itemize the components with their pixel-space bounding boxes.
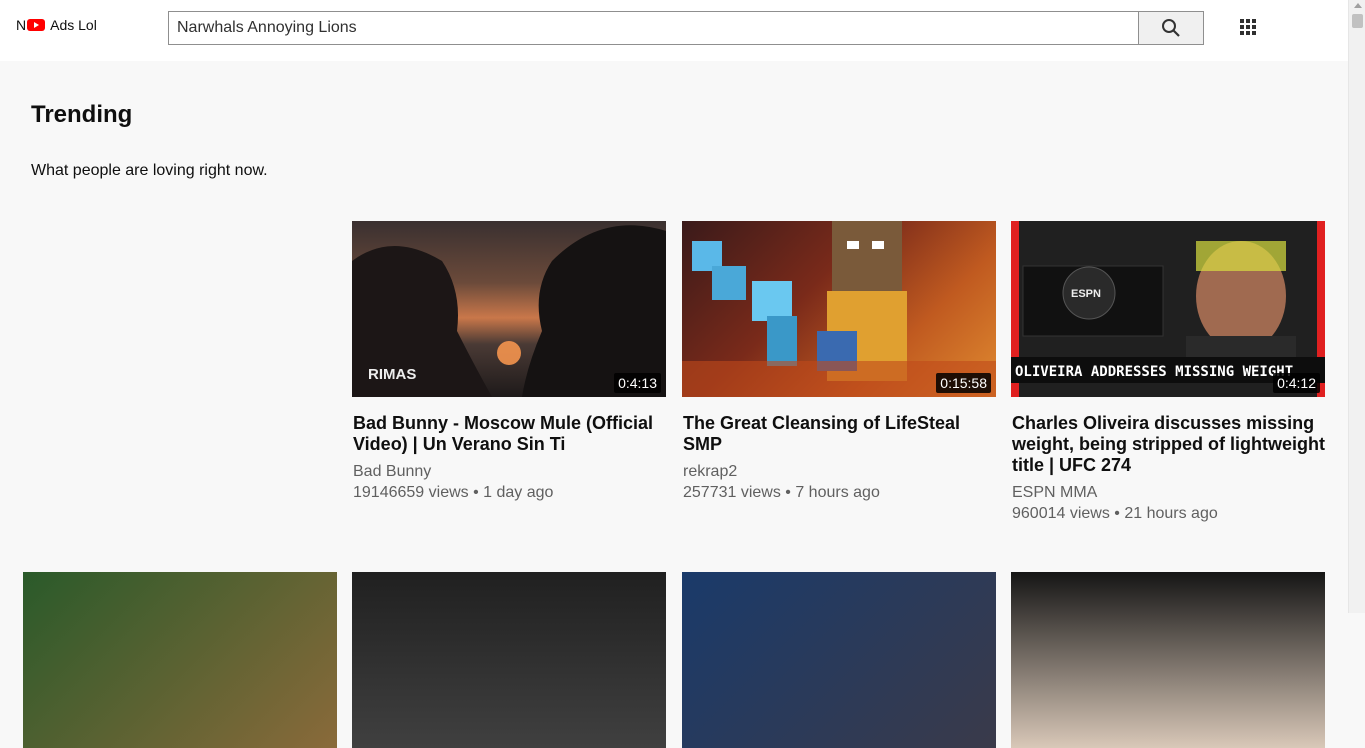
- video-meta: 960014 views • 21 hours ago: [1012, 505, 1218, 522]
- youtube-play-icon: [27, 19, 46, 31]
- section-subtitle: What people are loving right now.: [31, 162, 268, 179]
- video-thumbnail[interactable]: [682, 572, 996, 748]
- scrollbar-thumb[interactable]: [1352, 14, 1363, 28]
- search-bar: [168, 11, 1204, 45]
- video-title[interactable]: The Great Cleansing of LifeSteal SMP: [683, 413, 996, 455]
- video-card[interactable]: [682, 572, 996, 748]
- logo-text: Ads Lol: [50, 17, 97, 33]
- video-thumbnail[interactable]: [1011, 572, 1325, 748]
- duration-badge: 0:4:12: [1273, 373, 1320, 393]
- video-card[interactable]: [23, 572, 337, 748]
- scroll-up-arrow-icon[interactable]: [1354, 3, 1362, 8]
- video-meta: 19146659 views • 1 day ago: [353, 484, 554, 501]
- duration-badge: 0:15:58: [936, 373, 991, 393]
- thumbnail-image: ESPN OLIVEIRA ADDRESSES MISSING WEIGHT: [1011, 221, 1325, 397]
- logo-letter: N: [16, 17, 27, 33]
- channel-name[interactable]: ESPN MMA: [1012, 482, 1325, 503]
- video-card[interactable]: RIMAS 0:4:13 Bad Bunny - Moscow Mule (Of…: [352, 221, 666, 503]
- video-meta: 257731 views • 7 hours ago: [683, 484, 880, 501]
- video-title[interactable]: Charles Oliveira discusses missing weigh…: [1012, 413, 1325, 476]
- video-thumbnail[interactable]: RIMAS 0:4:13: [352, 221, 666, 397]
- svg-text:ESPN: ESPN: [1071, 288, 1101, 300]
- search-button[interactable]: [1138, 11, 1204, 45]
- thumbnail-image: [682, 221, 996, 397]
- site-logo[interactable]: N Ads Lol: [16, 17, 97, 33]
- video-thumbnail[interactable]: [352, 572, 666, 748]
- video-card[interactable]: ESPN OLIVEIRA ADDRESSES MISSING WEIGHT 0…: [1011, 221, 1325, 524]
- search-icon: [1162, 19, 1180, 37]
- video-card[interactable]: 0:15:58 The Great Cleansing of LifeSteal…: [682, 221, 996, 503]
- video-title[interactable]: Bad Bunny - Moscow Mule (Official Video)…: [353, 413, 666, 455]
- thumbnail-text: OLIVEIRA ADDRESSES MISSING WEIGHT: [1015, 364, 1293, 380]
- video-thumbnail[interactable]: 0:15:58: [682, 221, 996, 397]
- search-input[interactable]: [168, 11, 1138, 45]
- section-title: Trending: [31, 101, 133, 128]
- thumbnail-image: RIMAS: [352, 225, 666, 397]
- channel-name[interactable]: Bad Bunny: [353, 461, 666, 482]
- page-scrollbar[interactable]: [1348, 0, 1365, 613]
- video-card[interactable]: [1011, 572, 1325, 748]
- duration-badge: 0:4:13: [614, 373, 661, 393]
- thumbnail-text: RIMAS: [368, 366, 416, 383]
- channel-name[interactable]: rekrap2: [683, 461, 996, 482]
- top-bar: N Ads Lol: [0, 0, 1348, 61]
- video-thumbnail[interactable]: [23, 572, 337, 748]
- video-thumbnail[interactable]: ESPN OLIVEIRA ADDRESSES MISSING WEIGHT 0…: [1011, 221, 1325, 397]
- video-card[interactable]: [352, 572, 666, 748]
- grid-apps-icon[interactable]: [1239, 18, 1257, 36]
